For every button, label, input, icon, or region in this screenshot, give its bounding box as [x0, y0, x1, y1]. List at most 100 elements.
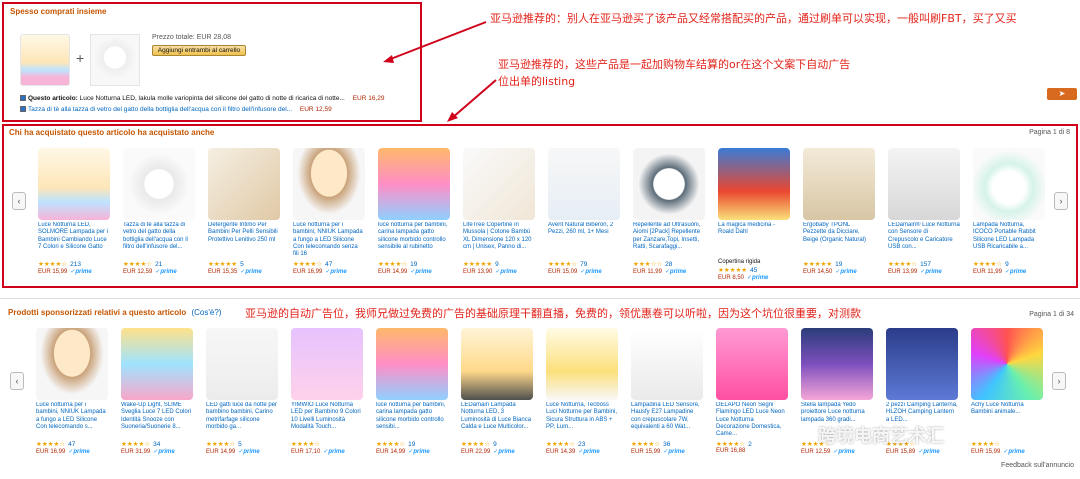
carousel-prev-button[interactable]: ‹ [12, 192, 26, 210]
review-count[interactable]: 19 [408, 441, 415, 448]
product-title-link[interactable]: Detergente Intimo Per Bambini Per Pelli … [208, 222, 280, 259]
product-image[interactable] [36, 328, 108, 400]
product-card[interactable]: LED gatti luce da notte per bambino bamb… [206, 328, 278, 455]
review-count[interactable]: 34 [153, 441, 160, 448]
carousel-prev-button[interactable]: ‹ [10, 372, 24, 390]
product-card[interactable]: Detergente Intimo Per Bambini Per Pelli … [208, 148, 280, 275]
product-image[interactable] [633, 148, 705, 220]
share-button[interactable]: ➤ [1047, 88, 1077, 100]
review-count[interactable]: 9 [1005, 261, 1009, 268]
carousel-next-button[interactable]: › [1052, 372, 1066, 390]
product-title-link[interactable]: LEDamain Lampada Notturna LED, 3 Luminos… [461, 402, 533, 439]
carousel-next-button[interactable]: › [1054, 192, 1068, 210]
star-rating[interactable]: ★★★★☆ 9 [973, 260, 1045, 268]
star-rating[interactable]: ★★★★★ 5 [208, 260, 280, 268]
product-card[interactable]: luce notturna per bambini, carina lampad… [376, 328, 448, 455]
review-count[interactable]: 2 [748, 441, 752, 448]
product-title-link[interactable]: Luce Notturna, Tecboss Luci Notturne per… [546, 402, 618, 439]
star-rating[interactable]: ★★★★★ 19 [803, 260, 875, 268]
star-rating[interactable]: ★★★★☆ 9 [461, 440, 533, 448]
product-image[interactable] [716, 328, 788, 400]
product-image[interactable] [378, 148, 450, 220]
product-card[interactable]: Ergobaby TPONL Pezzette da Dicciare, Bei… [803, 148, 875, 275]
product-image[interactable] [38, 148, 110, 220]
star-rating[interactable]: ★★★★☆ 21 [123, 260, 195, 268]
review-count[interactable]: 9 [495, 261, 499, 268]
product-card[interactable]: LifeTree Copertine in Mussola | Cotone B… [463, 148, 535, 275]
product-card[interactable]: Luce Notturna, Tecboss Luci Notturne per… [546, 328, 618, 455]
product-image[interactable] [123, 148, 195, 220]
product-card[interactable]: Luce notturna per i bambini, NNIUK Lampa… [293, 148, 365, 275]
product-card[interactable]: Lampadina LED Sensore, Hausfy E27 Lampad… [631, 328, 703, 455]
product-image[interactable] [886, 328, 958, 400]
product-title-link[interactable]: Wake-Up Light, SLIME Sveglia Luce 7 LED … [121, 402, 193, 439]
star-rating[interactable]: ★★★★☆ 79 [548, 260, 620, 268]
what-is-this-link[interactable]: (Cos'è?) [191, 308, 221, 317]
star-rating[interactable]: ★★★★☆ 19 [378, 260, 450, 268]
star-rating[interactable]: ★★★★☆ [291, 440, 363, 448]
star-rating[interactable]: ★★★★☆ 47 [293, 260, 365, 268]
product-title-link[interactable]: Lampadina LED Sensore, Hausfy E27 Lampad… [631, 402, 703, 439]
review-count[interactable]: 79 [580, 261, 587, 268]
star-rating[interactable]: ★★★★☆ 157 [888, 260, 960, 268]
product-image[interactable] [463, 148, 535, 220]
product-title-link[interactable]: LEDamain® Luce Notturna con Sensore di C… [888, 222, 960, 259]
product-card[interactable]: YIMWIO Luce Notturna LED per Bambino 9 C… [291, 328, 363, 455]
product-image[interactable] [888, 148, 960, 220]
review-count[interactable]: 5 [238, 441, 242, 448]
review-count[interactable]: 213 [70, 261, 81, 268]
product-image[interactable] [208, 148, 280, 220]
product-title-link[interactable]: Ergobaby TPONL Pezzette da Dicciare, Bei… [803, 222, 875, 259]
review-count[interactable]: 47 [325, 261, 332, 268]
product-title-link[interactable]: LifeTree Copertine in Mussola | Cotone B… [463, 222, 535, 259]
product-title-link[interactable]: Achy Luce Notturna Bambini animale... [971, 402, 1043, 439]
review-count[interactable]: 23 [578, 441, 585, 448]
product-title-link[interactable]: Luce notturna per i bambini, NNIUK Lampa… [36, 402, 108, 439]
product-image[interactable] [293, 148, 365, 220]
product-title-link[interactable]: DELAPO Neon Segni Flamingo LED Luce Neon… [716, 402, 788, 439]
product-card[interactable]: La magica medicina - Roald Dahl Copertina… [718, 148, 790, 281]
product-image[interactable] [803, 148, 875, 220]
product-title-link[interactable]: La magica medicina - Roald Dahl [718, 222, 790, 259]
review-count[interactable]: 47 [68, 441, 75, 448]
product-image[interactable] [973, 148, 1045, 220]
review-count[interactable]: 9 [493, 441, 497, 448]
review-count[interactable]: 45 [750, 267, 757, 274]
star-rating[interactable]: ★★★☆☆ 28 [633, 260, 705, 268]
product-title-link[interactable]: Tazza di tè alla tazza di vetro del gatt… [123, 222, 195, 259]
product-title-link[interactable]: Lampada Notturna, ICOCO Portable Rabbit … [973, 222, 1045, 259]
product-card[interactable]: Repellente ad Ultrasuoni, Aiomi [2Pack] … [633, 148, 705, 275]
star-rating[interactable]: ★★★★★ 45 [718, 266, 790, 274]
product-image[interactable] [376, 328, 448, 400]
product-image[interactable] [291, 328, 363, 400]
star-rating[interactable]: ★★★★☆ 34 [121, 440, 193, 448]
product-card[interactable]: LEDamain Lampada Notturna LED, 3 Luminos… [461, 328, 533, 455]
product-image[interactable] [548, 148, 620, 220]
review-count[interactable]: 28 [665, 261, 672, 268]
star-rating[interactable]: ★★★★★ 9 [463, 260, 535, 268]
product-card[interactable]: DELAPO Neon Segni Flamingo LED Luce Neon… [716, 328, 788, 454]
star-rating[interactable]: ★★★★☆ 2 [716, 440, 788, 448]
review-count[interactable]: 5 [240, 261, 244, 268]
product-image[interactable] [121, 328, 193, 400]
review-count[interactable]: 36 [663, 441, 670, 448]
product-title-link[interactable]: Luce notturna per i bambini, NNIUK Lampa… [293, 222, 365, 259]
product-card[interactable]: Avent Natural Biberon, 2 Pezzi, 260 ml, … [548, 148, 620, 275]
product-title-link[interactable]: luce notturna per bambini, carina lampad… [378, 222, 450, 259]
product-title-link[interactable]: LED gatti luce da notte per bambino bamb… [206, 402, 278, 439]
review-count[interactable]: 19 [835, 261, 842, 268]
product-title-link[interactable]: luce notturna per bambini, carina lampad… [376, 402, 448, 439]
product-card[interactable]: Luce Notturna LED, SOLMORE Lampada per i… [38, 148, 110, 275]
product-image[interactable] [801, 328, 873, 400]
product-image[interactable] [206, 328, 278, 400]
star-rating[interactable]: ★★★★☆ 23 [546, 440, 618, 448]
product-image[interactable] [971, 328, 1043, 400]
product-title-link[interactable]: Avent Natural Biberon, 2 Pezzi, 260 ml, … [548, 222, 620, 259]
star-rating[interactable]: ★★★★☆ 213 [38, 260, 110, 268]
review-count[interactable]: 157 [920, 261, 931, 268]
product-image[interactable] [718, 148, 790, 220]
product-card[interactable]: Achy Luce Notturna Bambini animale... ★★★… [971, 328, 1043, 455]
product-image[interactable] [631, 328, 703, 400]
ad-feedback-link[interactable]: Feedback sull'annuncio [1001, 462, 1074, 469]
star-rating[interactable]: ★★★★☆ 36 [631, 440, 703, 448]
